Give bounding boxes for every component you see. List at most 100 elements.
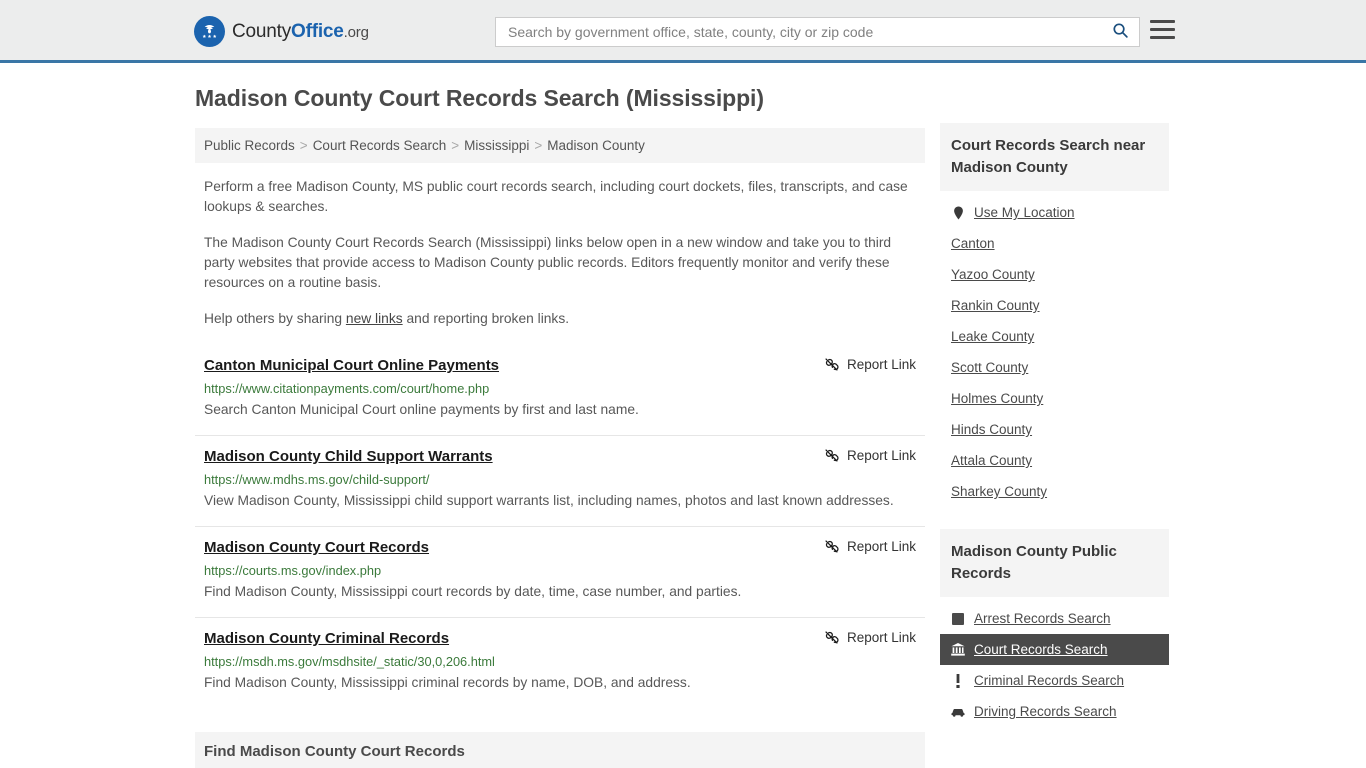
intro-text: Perform a free Madison County, MS public… <box>195 177 925 329</box>
breadcrumb-item[interactable]: Mississippi <box>464 138 529 153</box>
share-text-before: Help others by sharing <box>204 311 346 326</box>
report-link-label: Report Link <box>846 357 916 372</box>
sidebar-item-label: Sharkey County <box>951 484 1048 499</box>
sidebar-item-label: Scott County <box>951 360 1029 375</box>
courthouse-icon <box>951 643 965 657</box>
map-pin-icon <box>951 206 965 220</box>
resource-link-title[interactable]: Canton Municipal Court Online Payments <box>204 357 499 374</box>
sidebar-item-sharkey-county[interactable]: Sharkey County <box>940 476 1169 507</box>
sidebar-item-rankin-county[interactable]: Rankin County <box>940 290 1169 321</box>
sidebar-item-label: Court Records Search <box>974 642 1108 657</box>
resource-link-url: https://www.citationpayments.com/court/h… <box>204 381 490 396</box>
breadcrumb-item[interactable]: Court Records Search <box>313 138 447 153</box>
search-button[interactable] <box>1101 18 1139 46</box>
site-header: CountyOffice.org <box>0 0 1366 63</box>
search-icon <box>1112 22 1129 42</box>
square-badge-icon <box>951 612 965 626</box>
resource-link-title[interactable]: Madison County Child Support Warrants <box>204 448 493 465</box>
exclamation-icon <box>951 673 965 688</box>
breadcrumb-separator: > <box>534 138 543 153</box>
find-records-section-heading: Find Madison County Court Records <box>195 732 925 768</box>
breadcrumb-item[interactable]: Madison County <box>547 138 645 153</box>
sidebar-item-hinds-county[interactable]: Hinds County <box>940 414 1169 445</box>
sidebar-item-label: Hinds County <box>951 422 1033 437</box>
logo-prefix: County <box>232 20 292 42</box>
sidebar-item-court-records-search[interactable]: Court Records Search <box>940 634 1169 665</box>
search-bar[interactable] <box>495 17 1140 47</box>
resource-link-url: https://courts.ms.gov/index.php <box>204 563 382 578</box>
report-link-label: Report Link <box>846 448 916 463</box>
sidebar-item-canton[interactable]: Canton <box>940 228 1169 259</box>
breadcrumb-separator: > <box>451 138 460 153</box>
sidebar-item-holmes-county[interactable]: Holmes County <box>940 383 1169 414</box>
sidebar-item-use-my-location[interactable]: Use My Location <box>940 197 1169 228</box>
sidebar-item-yazoo-county[interactable]: Yazoo County <box>940 259 1169 290</box>
resource-link-url: https://msdh.ms.gov/msdhsite/_static/30,… <box>204 654 495 669</box>
report-link-button[interactable]: Report Link <box>824 448 916 463</box>
broken-chain-icon <box>824 357 839 372</box>
main-content: Madison County Court Records Search (Mis… <box>195 85 925 768</box>
broken-chain-icon <box>824 539 839 554</box>
sidebar-item-label: Rankin County <box>951 298 1040 313</box>
breadcrumb-separator: > <box>299 138 308 153</box>
sidebar-item-label: Driving Records Search <box>974 704 1117 719</box>
hamburger-bar <box>1150 28 1175 31</box>
logo-suffix: .org <box>343 23 369 41</box>
sidebar-item-label: Arrest Records Search <box>974 611 1111 626</box>
intro-paragraph-2: The Madison County Court Records Search … <box>204 235 892 290</box>
hamburger-bar <box>1150 36 1175 39</box>
resource-link-description: Find Madison County, Mississippi crimina… <box>204 675 691 690</box>
resource-link-title[interactable]: Madison County Criminal Records <box>204 630 449 647</box>
sidebar-item-label: Canton <box>951 236 995 251</box>
sidebar-item-scott-county[interactable]: Scott County <box>940 352 1169 383</box>
resource-link-url: https://www.mdhs.ms.gov/child-support/ <box>204 472 430 487</box>
resource-link-item: Madison County Child Support Warrants htt… <box>195 435 925 526</box>
sidebar-item-label: Use My Location <box>974 205 1075 220</box>
sidebar: Court Records Search near Madison County… <box>940 123 1169 727</box>
sidebar-item-label: Holmes County <box>951 391 1044 406</box>
resource-link-item: Canton Municipal Court Online Payments ht… <box>195 345 925 435</box>
report-link-label: Report Link <box>846 539 916 554</box>
resource-link-list: Canton Municipal Court Online Payments ht… <box>195 345 925 708</box>
broken-chain-icon <box>824 448 839 463</box>
sidebar-item-leake-county[interactable]: Leake County <box>940 321 1169 352</box>
report-link-label: Report Link <box>846 630 916 645</box>
breadcrumb-item[interactable]: Public Records <box>204 138 295 153</box>
sidebar-nearby-list: Use My Location Canton Yazoo County Rankin … <box>940 191 1169 507</box>
sidebar-item-label: Leake County <box>951 329 1035 344</box>
hamburger-menu-icon[interactable] <box>1150 20 1175 39</box>
sidebar-item-label: Criminal Records Search <box>974 673 1125 688</box>
sidebar-item-attala-county[interactable]: Attala County <box>940 445 1169 476</box>
report-link-button[interactable]: Report Link <box>824 539 916 554</box>
resource-link-description: View Madison County, Mississippi child s… <box>204 493 894 508</box>
page-title: Madison County Court Records Search (Mis… <box>195 85 764 111</box>
intro-paragraph-1: Perform a free Madison County, MS public… <box>204 179 908 214</box>
report-link-button[interactable]: Report Link <box>824 357 916 372</box>
intro-paragraph-3: Help others by sharing new links and rep… <box>195 309 925 329</box>
logo-bold: Office <box>291 20 344 42</box>
report-link-button[interactable]: Report Link <box>824 630 916 645</box>
sidebar-public-records-heading: Madison County Public Records <box>940 529 1169 597</box>
sidebar-item-driving-records-search[interactable]: Driving Records Search <box>940 696 1169 727</box>
sidebar-item-label: Yazoo County <box>951 267 1035 282</box>
sidebar-public-records-list: Arrest Records Search Court Records Searc… <box>940 597 1169 727</box>
sidebar-item-label: Attala County <box>951 453 1033 468</box>
resource-link-title[interactable]: Madison County Court Records <box>204 539 429 556</box>
site-logo[interactable]: CountyOffice.org <box>194 16 369 47</box>
resource-link-item: Madison County Court Records https://cour… <box>195 526 925 617</box>
sidebar-item-arrest-records-search[interactable]: Arrest Records Search <box>940 603 1169 634</box>
hamburger-bar <box>1150 20 1175 23</box>
search-input[interactable] <box>496 18 1101 46</box>
share-text-after: and reporting broken links. <box>402 311 570 326</box>
resource-link-item: Madison County Criminal Records https://m… <box>195 617 925 708</box>
sidebar-item-criminal-records-search[interactable]: Criminal Records Search <box>940 665 1169 696</box>
sidebar-nearby-heading: Court Records Search near Madison County <box>940 123 1169 191</box>
new-links-link[interactable]: new links <box>346 311 403 326</box>
site-logo-text: CountyOffice.org <box>232 21 369 43</box>
eagle-seal-icon <box>194 16 225 47</box>
resource-link-description: Find Madison County, Mississippi court r… <box>204 584 742 599</box>
resource-link-description: Search Canton Municipal Court online pay… <box>204 402 639 417</box>
car-icon <box>951 705 965 719</box>
broken-chain-icon <box>824 630 839 645</box>
breadcrumb: Public Records > Court Records Search > Miss… <box>195 128 925 163</box>
